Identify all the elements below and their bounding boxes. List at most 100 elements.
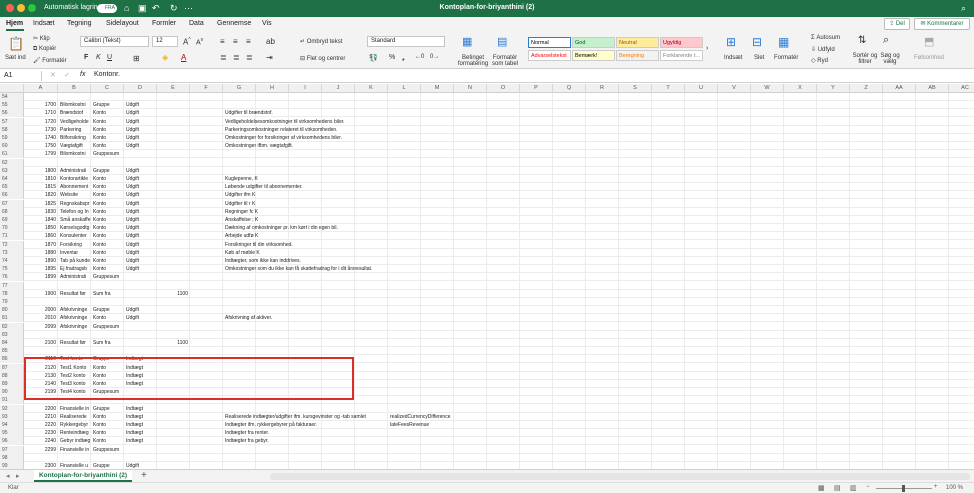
cell-g95[interactable]: Indtægter fra renter. <box>225 429 972 437</box>
cell-b72[interactable]: Forsikring <box>60 241 91 249</box>
cell-c76[interactable]: Gruppesum <box>93 273 122 281</box>
paste-icon[interactable]: 📋 <box>8 36 24 52</box>
cell-g73[interactable]: Køb af møble K <box>225 249 972 257</box>
column-header-u[interactable]: U <box>685 84 718 93</box>
row-number[interactable]: 65 <box>0 183 24 192</box>
cell-c58[interactable]: Konto <box>93 126 122 134</box>
cell-c66[interactable]: Konto <box>93 191 122 199</box>
column-header-w[interactable]: W <box>751 84 784 93</box>
row-number[interactable]: 61 <box>0 150 24 159</box>
cell-d66[interactable]: Udgift <box>126 191 155 199</box>
conditional-formatting-icon[interactable]: ▦ <box>462 35 472 48</box>
format-cells-icon[interactable]: ▦ <box>778 35 789 49</box>
cell-g71[interactable]: Arbejde udfø K <box>225 232 972 240</box>
cell-b81[interactable]: Afskrivninge <box>60 314 91 322</box>
cell-e84[interactable]: 1100 <box>159 339 188 347</box>
zoom-out-icon[interactable]: − <box>866 484 870 490</box>
cell-b58[interactable]: Parkering <box>60 126 91 134</box>
row-number[interactable]: 87 <box>0 363 24 372</box>
cell-c72[interactable]: Konto <box>93 241 122 249</box>
row-number[interactable]: 76 <box>0 273 24 282</box>
cell-a64[interactable]: 1810 <box>26 175 56 183</box>
currency-icon[interactable]: 💱 <box>369 54 378 62</box>
align-middle-icon[interactable]: ≡ <box>233 37 238 46</box>
row-number[interactable]: 97 <box>0 445 24 454</box>
tab-tegning[interactable]: Tegning <box>67 20 92 27</box>
autosum-button[interactable]: Σ Autosum <box>811 35 840 41</box>
cell-b75[interactable]: Ej fradragsb <box>60 265 91 273</box>
align-bottom-icon[interactable]: ≡ <box>246 37 251 46</box>
cell-b68[interactable]: Telefon og In <box>60 208 91 216</box>
cell-c74[interactable]: Konto <box>93 257 122 265</box>
column-header-i[interactable]: I <box>289 84 322 93</box>
number-format-select[interactable]: Standard <box>367 36 445 47</box>
cell-style-2[interactable]: Neutral <box>616 37 659 48</box>
cell-b66[interactable]: Website <box>60 191 91 199</box>
cell-g96[interactable]: Indtægter fra gebyr. <box>225 437 972 445</box>
cell-g59[interactable]: Omkostninger for forsikringer af virksom… <box>225 134 972 142</box>
column-header-c[interactable]: C <box>91 84 124 93</box>
cell-a75[interactable]: 1895 <box>26 265 56 273</box>
cell-style-6[interactable]: Beregning <box>616 50 659 61</box>
cell-c60[interactable]: Konto <box>93 142 122 150</box>
search-icon[interactable]: ⌕ <box>961 3 966 14</box>
cell-c57[interactable]: Konto <box>93 118 122 126</box>
wrap-text-button[interactable]: ↵ Ombryd tekst <box>300 38 342 45</box>
cell-style-3[interactable]: Ugyldig <box>660 37 703 48</box>
merge-center-button[interactable]: ⊟ Flet og centrer <box>300 55 345 62</box>
align-top-icon[interactable]: ≡ <box>220 37 225 46</box>
cell-b57[interactable]: Vedligeholde <box>60 118 91 126</box>
delete-cells-icon[interactable]: ⊟ <box>752 35 762 49</box>
cell-c65[interactable]: Konto <box>93 183 122 191</box>
clear-button[interactable]: ◇ Ryd <box>811 57 828 64</box>
row-number[interactable]: 75 <box>0 265 24 274</box>
cell-d58[interactable]: Udgift <box>126 126 155 134</box>
cell-g69[interactable]: Anskaffelse ; K <box>225 216 972 224</box>
cell-b80[interactable]: Afskrivninge <box>60 306 91 314</box>
row-number[interactable]: 90 <box>0 388 24 397</box>
sort-filter-icon[interactable]: ⇅ <box>858 35 866 46</box>
cell-b65[interactable]: Abonnement <box>60 183 91 191</box>
cell-c99[interactable]: Gruppe <box>93 462 122 469</box>
cell-a92[interactable]: 2200 <box>26 405 56 413</box>
row-number[interactable]: 91 <box>0 396 24 405</box>
row-number[interactable]: 72 <box>0 240 24 249</box>
cell-a66[interactable]: 1820 <box>26 191 56 199</box>
row-number[interactable]: 92 <box>0 404 24 413</box>
insert-cells-icon[interactable]: ⊞ <box>726 35 736 49</box>
cell-c96[interactable]: Konto <box>93 437 122 445</box>
cell-b76[interactable]: Administrati <box>60 273 91 281</box>
cell-b73[interactable]: Inventar <box>60 249 91 257</box>
sheet-tab-active[interactable]: Kontoplan-for-briyanthini (2) <box>34 470 132 482</box>
cell-d65[interactable]: Udgift <box>126 183 155 191</box>
column-header-n[interactable]: N <box>454 84 487 93</box>
cell-g64[interactable]: Kuglepenne, K <box>225 175 972 183</box>
cell-a68[interactable]: 1830 <box>26 208 56 216</box>
row-number[interactable]: 70 <box>0 224 24 233</box>
cell-g75[interactable]: Omkostninger som du ikke kan få skattefr… <box>225 265 972 273</box>
row-number[interactable]: 93 <box>0 412 24 421</box>
cell-g72[interactable]: Forsikringer til din virksomhed. <box>225 241 972 249</box>
cell-d69[interactable]: Udgift <box>126 216 155 224</box>
cell-a70[interactable]: 1850 <box>26 224 56 232</box>
cell-b82[interactable]: Afskrivninge <box>60 323 91 331</box>
column-header-m[interactable]: M <box>421 84 454 93</box>
cell-d56[interactable]: Udgift <box>126 109 155 117</box>
cell-b78[interactable]: Resultat før <box>60 290 91 298</box>
sort-filter-label[interactable]: Sortér og filtrer <box>852 53 878 65</box>
cell-style-4[interactable]: Advarselstekst <box>528 50 571 61</box>
zoom-level[interactable]: 100 % <box>946 485 963 491</box>
cell-b96[interactable]: Gebyr indtæg <box>60 437 91 445</box>
styles-expand-icon[interactable]: › <box>706 45 708 52</box>
row-number[interactable]: 74 <box>0 257 24 265</box>
cell-a73[interactable]: 1880 <box>26 249 56 257</box>
cell-d93[interactable]: Indtægt <box>126 413 155 421</box>
increase-decimal-icon[interactable]: ←0 <box>415 54 424 60</box>
cell-a58[interactable]: 1730 <box>26 126 56 134</box>
cell-b84[interactable]: Resultat før <box>60 339 91 347</box>
normal-view-icon[interactable]: ▦ <box>818 484 825 492</box>
copy-button[interactable]: ⧉ Kopiér <box>33 46 56 53</box>
cell-l93[interactable]: realizedCurrencyDifference <box>390 413 972 421</box>
cell-a76[interactable]: 1899 <box>26 273 56 281</box>
insert-cells-label[interactable]: Indsæt <box>724 55 742 61</box>
